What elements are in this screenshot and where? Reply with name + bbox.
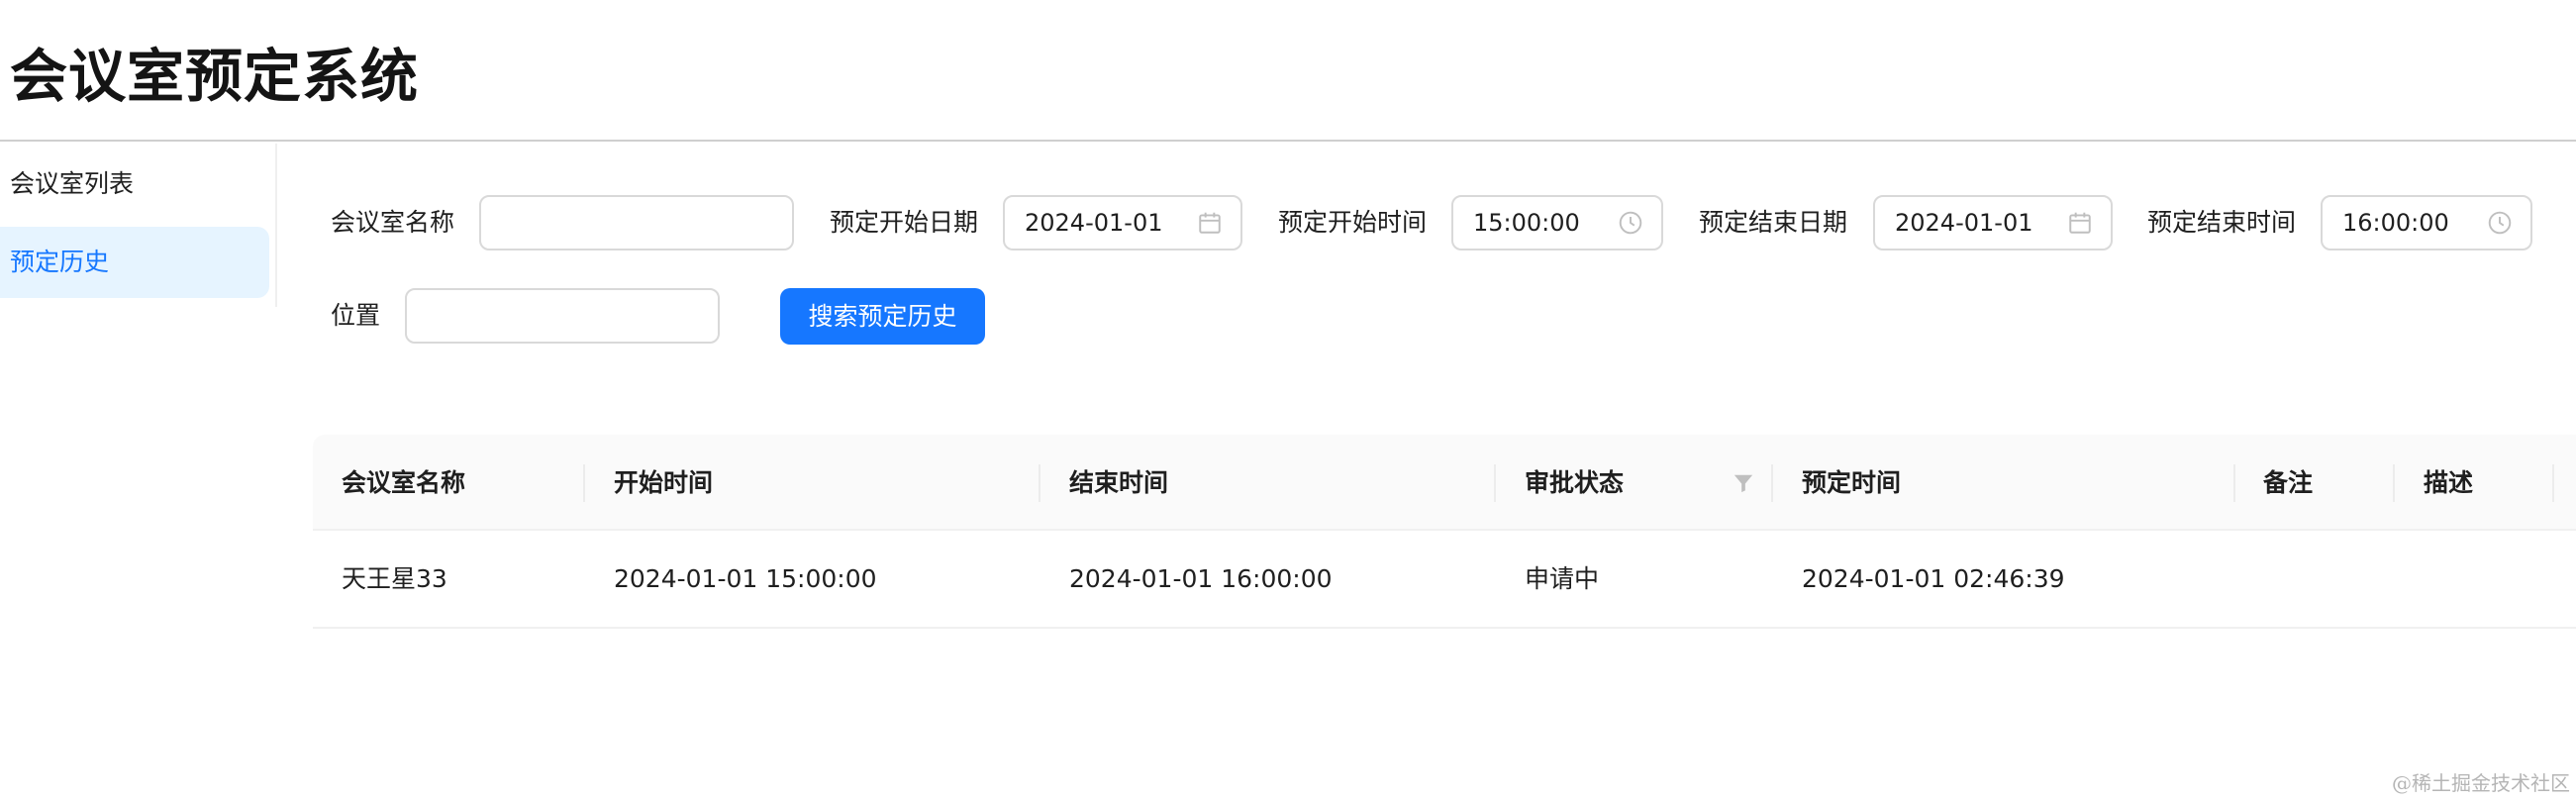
booking-history-table: 会议室名称 开始时间 结束时间 审批状态 预定时间 备注 描述 天王星33 20… [313,435,2576,629]
calendar-icon [1199,212,1221,234]
clock-icon [2488,211,2512,235]
column-divider [2233,464,2235,502]
column-header-description: 描述 [2424,468,2474,497]
start-time-value: 15:00:00 [1473,209,1580,237]
sidebar-item-booking-history[interactable]: 预定历史 [0,227,269,298]
sidebar-item-room-list[interactable]: 会议室列表 [0,149,269,220]
start-time-label: 预定开始时间 [1278,208,1428,237]
column-divider [2552,464,2554,502]
column-header-booking-time: 预定时间 [1802,468,1902,497]
start-time-picker[interactable]: 15:00:00 [1451,195,1663,251]
end-time-picker[interactable]: 16:00:00 [2321,195,2532,251]
table-header: 会议室名称 开始时间 结束时间 审批状态 预定时间 备注 描述 [313,435,2576,531]
app-header: 会议室预定系统 [0,0,2576,142]
room-name-label: 会议室名称 [331,208,455,237]
column-divider [2393,464,2395,502]
column-divider [1039,464,1040,502]
column-divider [1494,464,1496,502]
column-divider [583,464,585,502]
start-date-value: 2024-01-01 [1025,209,1163,237]
location-input[interactable] [405,288,720,344]
cell-room-name: 天王星33 [342,564,447,593]
cell-end-time: 2024-01-01 16:00:00 [1069,564,1333,593]
column-header-status: 审批状态 [1525,468,1625,497]
search-history-button[interactable]: 搜索预定历史 [780,288,985,345]
end-date-label: 预定结束日期 [1699,208,1848,237]
start-date-label: 预定开始日期 [830,208,979,237]
cell-status: 申请中 [1525,564,1600,593]
end-date-value: 2024-01-01 [1895,209,2033,237]
column-header-note: 备注 [2263,468,2314,497]
table-row: 天王星33 2024-01-01 15:00:00 2024-01-01 16:… [313,531,2576,629]
watermark: @稀土掘金技术社区 [2392,771,2570,795]
app-title: 会议室预定系统 [10,43,420,110]
clock-icon [1619,211,1642,235]
cell-booking-time: 2024-01-01 02:46:39 [1802,564,2065,593]
end-time-label: 预定结束时间 [2147,208,2297,237]
filter-icon[interactable] [1733,472,1754,494]
cell-start-time: 2024-01-01 15:00:00 [614,564,877,593]
column-header-end-time: 结束时间 [1069,468,1169,497]
column-divider [1771,464,1773,502]
end-date-picker[interactable]: 2024-01-01 [1873,195,2113,251]
start-date-picker[interactable]: 2024-01-01 [1003,195,1242,251]
sidebar-menu: 会议室列表 预定历史 [0,144,277,307]
location-label: 位置 [331,301,381,330]
end-time-value: 16:00:00 [2342,209,2449,237]
column-header-start-time: 开始时间 [614,468,714,497]
room-name-input[interactable] [479,195,794,251]
column-header-room-name: 会议室名称 [342,468,466,497]
calendar-icon [2069,212,2091,234]
